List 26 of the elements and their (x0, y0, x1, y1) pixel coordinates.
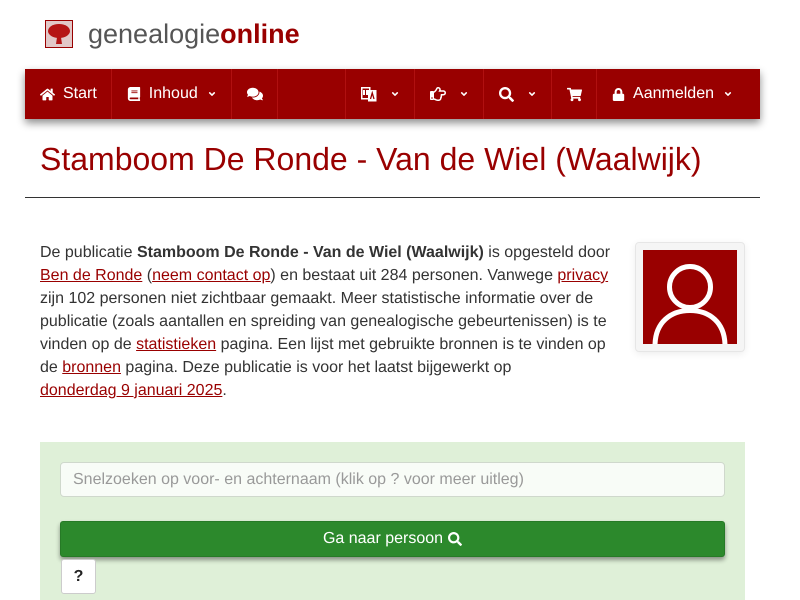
user-avatar-icon (643, 250, 737, 344)
home-icon (40, 86, 55, 102)
pointing-hand-icon (430, 86, 446, 102)
go-to-person-button[interactable]: Ga naar persoon (60, 521, 725, 557)
search-field[interactable]: Snelzoeken op voor- en achternaam (klik op ? voor meer uitleg) (60, 462, 725, 497)
page-title: Stamboom De Ronde - Van de Wiel (Waalwijk) (40, 140, 703, 178)
start-link[interactable]: Start (25, 69, 112, 119)
text-link[interactable]: Ben de Ronde (40, 267, 142, 284)
text-link[interactable]: donderdag 9 januari 2025 (40, 382, 222, 399)
search-icon (448, 532, 462, 546)
book-icon (126, 87, 141, 101)
lock-icon (612, 88, 626, 100)
login-menu[interactable]: Aanmelden (596, 69, 747, 119)
text-link[interactable]: privacy (557, 267, 608, 284)
search-icon (499, 86, 514, 102)
cart-icon (567, 86, 582, 102)
translate-icon (361, 86, 378, 102)
help-button[interactable]: ? (61, 559, 96, 594)
text-link[interactable]: neem contact op (152, 267, 270, 284)
contents-menu[interactable]: Inhoud (112, 69, 232, 119)
logo-text[interactable]: genealogieonline (88, 20, 300, 48)
text-link[interactable]: bronnen (62, 359, 121, 376)
text-link[interactable]: statistieken (136, 336, 216, 353)
chat-icon (246, 86, 263, 102)
description-text: De publicatie Stamboom De Ronde - Van de Wiel (Waalwijk) is opgesteld door Ben de Ronde (neem contact op) en bestaat uit 284 personen. Vanwege privacy zijn 102 personen niet zichtbaar gemaakt. Meer statistische informatie over de publicatie (zoals aantallen en spreiding van genealogische gebeurtenissen) is te vinden op de statistieken pagina. Een lijst met gebruikte bronnen is te vinden op de bronnen pagina. Deze publicatie is voor het laatst bijgewerkt op donderdag 9 januari 2025. (40, 243, 612, 401)
tree-logo-icon (45, 20, 73, 48)
